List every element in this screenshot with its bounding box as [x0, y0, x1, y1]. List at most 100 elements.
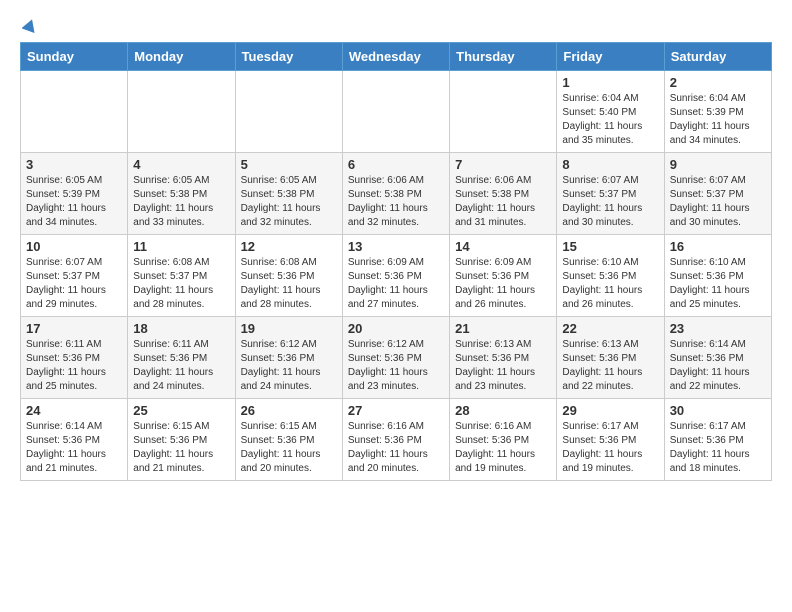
calendar-cell: [21, 71, 128, 153]
logo-icon: [22, 17, 38, 33]
weekday-header-sunday: Sunday: [21, 43, 128, 71]
calendar-cell: 27 Sunrise: 6:16 AM Sunset: 5:36 PM Dayli…: [342, 399, 449, 481]
calendar-cell: 20 Sunrise: 6:12 AM Sunset: 5:36 PM Dayli…: [342, 317, 449, 399]
day-info: Sunrise: 6:07 AM Sunset: 5:37 PM Dayligh…: [26, 256, 122, 312]
calendar-cell: 25Sunrise: 6:15 AM Sunset: 5:36 PM Dayli…: [128, 399, 235, 481]
calendar-cell: 5 Sunrise: 6:05 AM Sunset: 5:38 PM Daylig…: [235, 153, 342, 235]
day-info: Sunrise: 6:07 AM Sunset: 5:37 PM Dayligh…: [670, 174, 766, 230]
day-info: Sunrise: 6:16 AM Sunset: 5:36 PM Dayligh…: [348, 420, 444, 476]
page: SundayMondayTuesdayWednesdayThursdayFrid…: [0, 0, 792, 491]
day-number: 12: [241, 239, 337, 254]
day-info: Sunrise: 6:08 AM Sunset: 5:36 PM Dayligh…: [241, 256, 337, 312]
day-number: 11: [133, 239, 229, 254]
calendar-cell: 16Sunrise: 6:10 AM Sunset: 5:36 PM Dayli…: [664, 235, 771, 317]
weekday-header-monday: Monday: [128, 43, 235, 71]
day-info: Sunrise: 6:05 AM Sunset: 5:38 PM Dayligh…: [133, 174, 229, 230]
day-number: 5: [241, 157, 337, 172]
day-info: Sunrise: 6:17 AM Sunset: 5:36 PM Dayligh…: [670, 420, 766, 476]
logo: [20, 16, 38, 34]
logo-text: [20, 16, 38, 34]
day-info: Sunrise: 6:05 AM Sunset: 5:38 PM Dayligh…: [241, 174, 337, 230]
calendar-cell: 14 Sunrise: 6:09 AM Sunset: 5:36 PM Dayli…: [450, 235, 557, 317]
calendar-cell: 18 Sunrise: 6:11 AM Sunset: 5:36 PM Dayli…: [128, 317, 235, 399]
day-info: Sunrise: 6:05 AM Sunset: 5:39 PM Dayligh…: [26, 174, 122, 230]
calendar-cell: 21Sunrise: 6:13 AM Sunset: 5:36 PM Dayli…: [450, 317, 557, 399]
day-info: Sunrise: 6:06 AM Sunset: 5:38 PM Dayligh…: [455, 174, 551, 230]
day-number: 24: [26, 403, 122, 418]
day-info: Sunrise: 6:13 AM Sunset: 5:36 PM Dayligh…: [562, 338, 658, 394]
calendar-cell: 12 Sunrise: 6:08 AM Sunset: 5:36 PM Dayli…: [235, 235, 342, 317]
day-number: 20: [348, 321, 444, 336]
calendar-cell: 23 Sunrise: 6:14 AM Sunset: 5:36 PM Dayli…: [664, 317, 771, 399]
day-number: 6: [348, 157, 444, 172]
day-number: 15: [562, 239, 658, 254]
calendar-cell: 4 Sunrise: 6:05 AM Sunset: 5:38 PM Daylig…: [128, 153, 235, 235]
day-info: Sunrise: 6:17 AM Sunset: 5:36 PM Dayligh…: [562, 420, 658, 476]
calendar-cell: 3 Sunrise: 6:05 AM Sunset: 5:39 PM Daylig…: [21, 153, 128, 235]
calendar-cell: 10 Sunrise: 6:07 AM Sunset: 5:37 PM Dayli…: [21, 235, 128, 317]
calendar-cell: 30 Sunrise: 6:17 AM Sunset: 5:36 PM Dayli…: [664, 399, 771, 481]
weekday-header-tuesday: Tuesday: [235, 43, 342, 71]
day-info: Sunrise: 6:11 AM Sunset: 5:36 PM Dayligh…: [133, 338, 229, 394]
day-info: Sunrise: 6:13 AM Sunset: 5:36 PM Dayligh…: [455, 338, 551, 394]
day-info: Sunrise: 6:15 AM Sunset: 5:36 PM Dayligh…: [241, 420, 337, 476]
calendar-cell: [235, 71, 342, 153]
day-info: Sunrise: 6:07 AM Sunset: 5:37 PM Dayligh…: [562, 174, 658, 230]
day-info: Sunrise: 6:12 AM Sunset: 5:36 PM Dayligh…: [348, 338, 444, 394]
week-row-3: 17 Sunrise: 6:11 AM Sunset: 5:36 PM Dayli…: [21, 317, 772, 399]
calendar-cell: [128, 71, 235, 153]
day-number: 3: [26, 157, 122, 172]
calendar-cell: [450, 71, 557, 153]
day-info: Sunrise: 6:14 AM Sunset: 5:36 PM Dayligh…: [670, 338, 766, 394]
day-number: 22: [562, 321, 658, 336]
day-number: 8: [562, 157, 658, 172]
day-info: Sunrise: 6:04 AM Sunset: 5:39 PM Dayligh…: [670, 92, 766, 148]
day-number: 10: [26, 239, 122, 254]
weekday-header-row: SundayMondayTuesdayWednesdayThursdayFrid…: [21, 43, 772, 71]
day-number: 26: [241, 403, 337, 418]
day-number: 16: [670, 239, 766, 254]
calendar-cell: 24 Sunrise: 6:14 AM Sunset: 5:36 PM Dayli…: [21, 399, 128, 481]
day-number: 4: [133, 157, 229, 172]
calendar-cell: 9 Sunrise: 6:07 AM Sunset: 5:37 PM Daylig…: [664, 153, 771, 235]
header: [20, 16, 772, 34]
week-row-0: 1Sunrise: 6:04 AM Sunset: 5:40 PM Daylig…: [21, 71, 772, 153]
day-number: 2: [670, 75, 766, 90]
day-info: Sunrise: 6:12 AM Sunset: 5:36 PM Dayligh…: [241, 338, 337, 394]
calendar-cell: 6 Sunrise: 6:06 AM Sunset: 5:38 PM Daylig…: [342, 153, 449, 235]
calendar-cell: 7Sunrise: 6:06 AM Sunset: 5:38 PM Daylig…: [450, 153, 557, 235]
day-number: 19: [241, 321, 337, 336]
day-number: 18: [133, 321, 229, 336]
calendar-cell: [342, 71, 449, 153]
week-row-4: 24 Sunrise: 6:14 AM Sunset: 5:36 PM Dayli…: [21, 399, 772, 481]
day-info: Sunrise: 6:06 AM Sunset: 5:38 PM Dayligh…: [348, 174, 444, 230]
day-number: 27: [348, 403, 444, 418]
day-info: Sunrise: 6:11 AM Sunset: 5:36 PM Dayligh…: [26, 338, 122, 394]
day-info: Sunrise: 6:14 AM Sunset: 5:36 PM Dayligh…: [26, 420, 122, 476]
day-number: 29: [562, 403, 658, 418]
calendar-cell: 11Sunrise: 6:08 AM Sunset: 5:37 PM Dayli…: [128, 235, 235, 317]
day-number: 30: [670, 403, 766, 418]
calendar-cell: 26 Sunrise: 6:15 AM Sunset: 5:36 PM Dayli…: [235, 399, 342, 481]
calendar-cell: 13 Sunrise: 6:09 AM Sunset: 5:36 PM Dayli…: [342, 235, 449, 317]
week-row-2: 10 Sunrise: 6:07 AM Sunset: 5:37 PM Dayli…: [21, 235, 772, 317]
calendar-cell: 28 Sunrise: 6:16 AM Sunset: 5:36 PM Dayli…: [450, 399, 557, 481]
weekday-header-thursday: Thursday: [450, 43, 557, 71]
weekday-header-friday: Friday: [557, 43, 664, 71]
calendar-cell: 1Sunrise: 6:04 AM Sunset: 5:40 PM Daylig…: [557, 71, 664, 153]
day-number: 14: [455, 239, 551, 254]
day-number: 9: [670, 157, 766, 172]
weekday-header-saturday: Saturday: [664, 43, 771, 71]
day-number: 13: [348, 239, 444, 254]
day-number: 23: [670, 321, 766, 336]
day-info: Sunrise: 6:09 AM Sunset: 5:36 PM Dayligh…: [455, 256, 551, 312]
calendar-cell: 8 Sunrise: 6:07 AM Sunset: 5:37 PM Daylig…: [557, 153, 664, 235]
calendar: SundayMondayTuesdayWednesdayThursdayFrid…: [20, 42, 772, 481]
weekday-header-wednesday: Wednesday: [342, 43, 449, 71]
day-info: Sunrise: 6:09 AM Sunset: 5:36 PM Dayligh…: [348, 256, 444, 312]
calendar-cell: 15Sunrise: 6:10 AM Sunset: 5:36 PM Dayli…: [557, 235, 664, 317]
day-number: 28: [455, 403, 551, 418]
day-number: 17: [26, 321, 122, 336]
calendar-cell: 22 Sunrise: 6:13 AM Sunset: 5:36 PM Dayli…: [557, 317, 664, 399]
day-info: Sunrise: 6:16 AM Sunset: 5:36 PM Dayligh…: [455, 420, 551, 476]
